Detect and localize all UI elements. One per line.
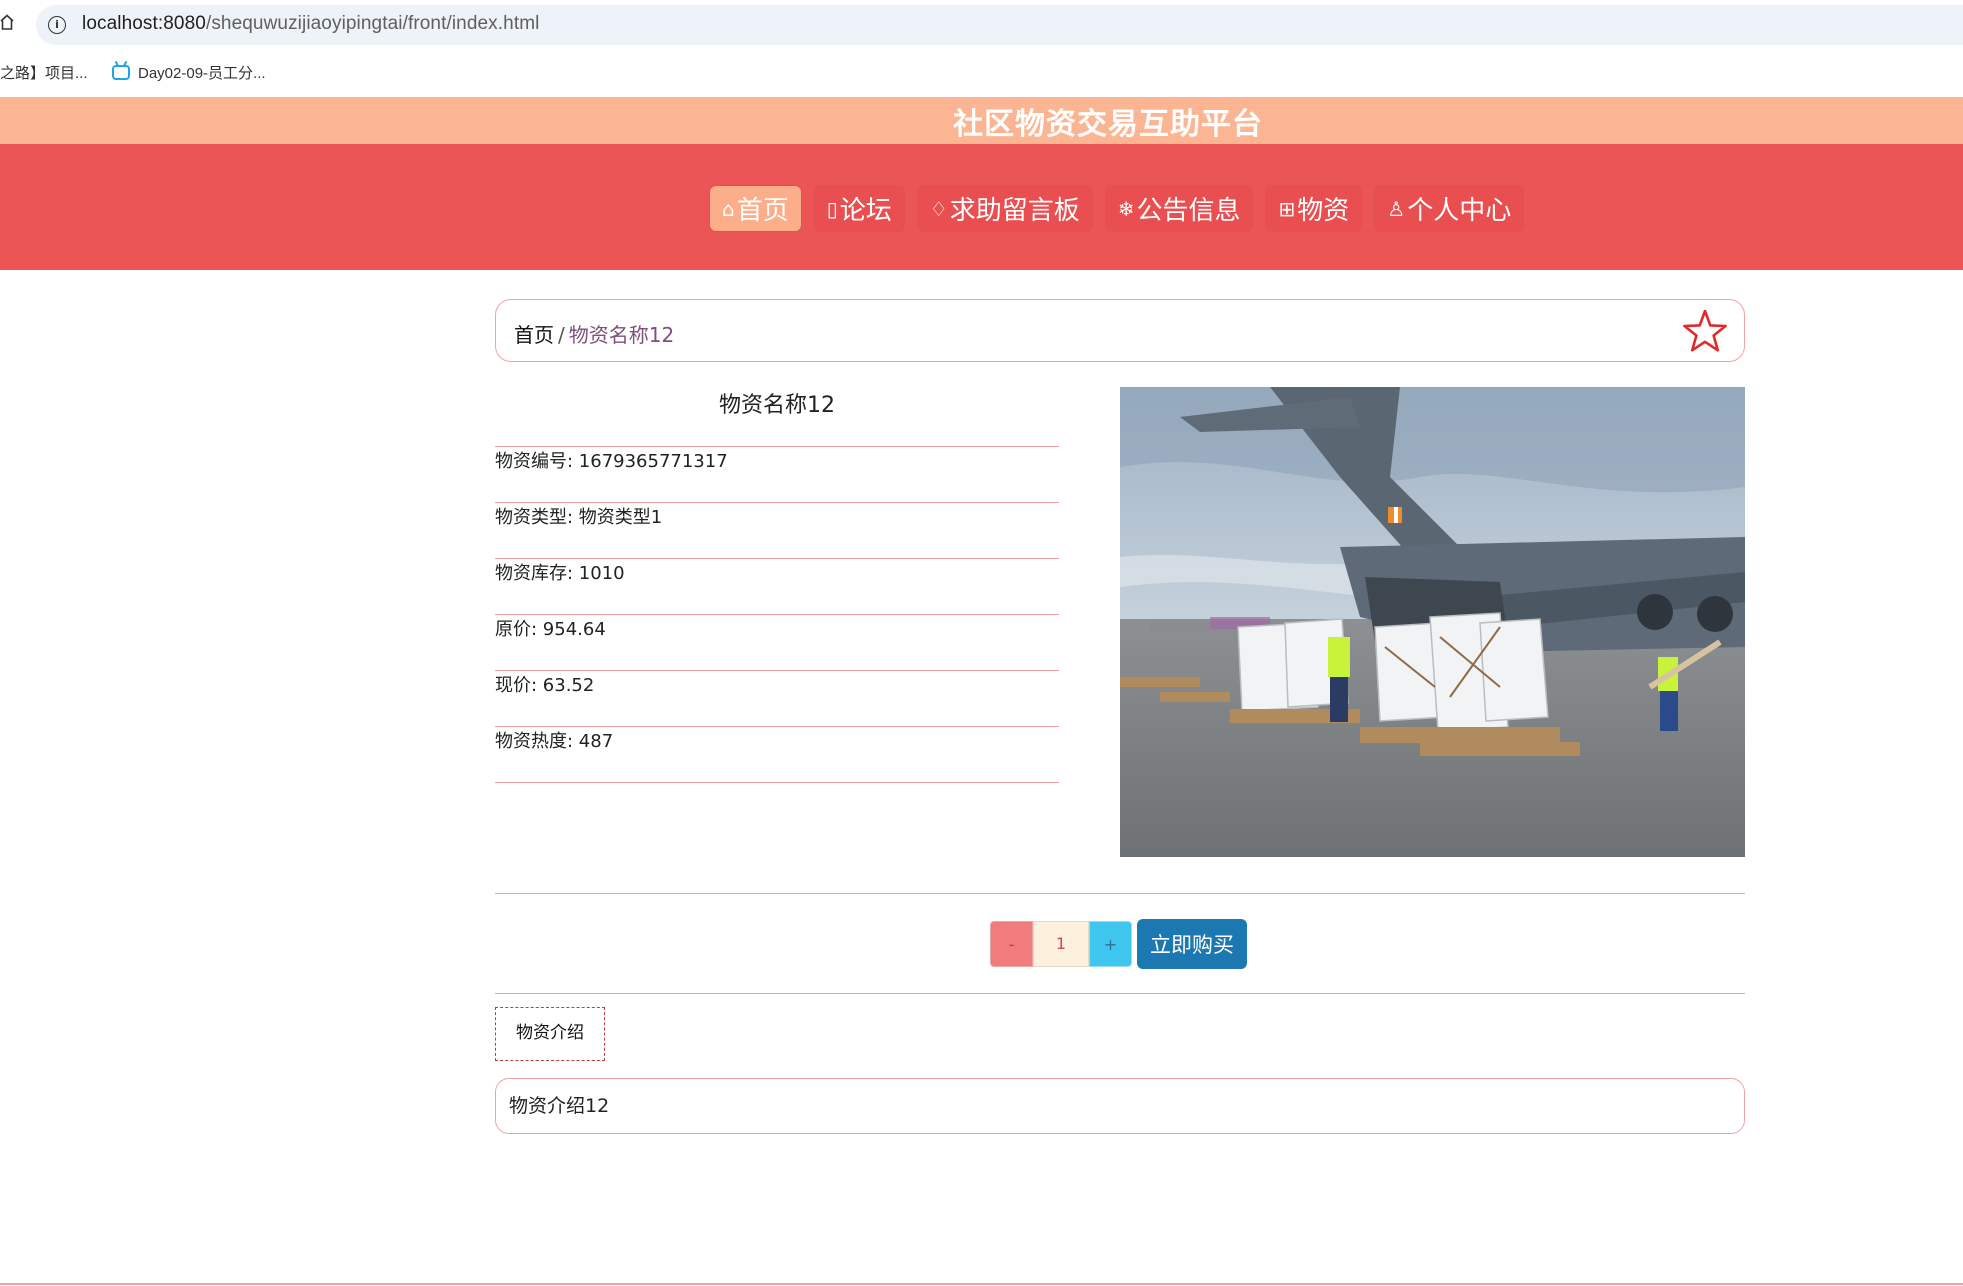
nav-item-home[interactable]: ⌂ 首页 bbox=[710, 186, 801, 231]
url-path: /shequwuzijiaoyipingtai/front/index.html bbox=[205, 13, 540, 34]
item-popularity: 物资热度: 487 bbox=[495, 727, 1059, 783]
nav-label: 公告信息 bbox=[1136, 196, 1241, 226]
nav-item-materials[interactable]: ⊞ 物资 bbox=[1266, 186, 1362, 231]
detail-content: 首页 / 物资名称12 物资名称12 物资编号: 1679365771317 物资类… bbox=[495, 299, 1745, 1134]
cargo-plane-image bbox=[1120, 387, 1745, 857]
tag-icon: ♢ bbox=[929, 196, 948, 221]
bookmark-item[interactable]: 之路】项目... bbox=[0, 62, 88, 83]
user-icon: ♙ bbox=[1387, 196, 1406, 221]
divider bbox=[495, 993, 1745, 994]
breadcrumb-separator: / bbox=[558, 323, 565, 347]
bookmarks-bar: 之路】项目... Day02-09-员工分... bbox=[0, 50, 1963, 96]
grid-icon: ⊞ bbox=[1278, 196, 1296, 221]
bilibili-icon bbox=[112, 65, 130, 80]
main-nav: ⌂ 首页 ▯ 论坛 ♢ 求助留言板 ❄ 公告信息 ⊞ 物资 ♙ 个人中心 bbox=[0, 144, 1963, 270]
site-title: 社区物资交易互助平台 bbox=[953, 107, 1263, 142]
home-icon: ⌂ bbox=[722, 196, 735, 221]
item-photo bbox=[1120, 387, 1745, 857]
browser-address-bar: i localhost:8080/shequwuzijiaoyipingtai/… bbox=[0, 0, 1963, 48]
footer-divider bbox=[0, 1283, 1963, 1285]
purchase-controls: - 1 + 立即购买 bbox=[990, 919, 1247, 969]
item-code: 物资编号: 1679365771317 bbox=[495, 447, 1059, 503]
url-host: localhost:8080 bbox=[82, 13, 206, 34]
nav-label: 物资 bbox=[1297, 196, 1350, 226]
divider bbox=[495, 893, 1745, 894]
quantity-increase-button[interactable]: + bbox=[1089, 921, 1132, 967]
favorite-star-icon[interactable] bbox=[1682, 308, 1728, 354]
tab-item-intro[interactable]: 物资介绍 bbox=[495, 1007, 605, 1061]
item-current-price: 现价: 63.52 bbox=[495, 671, 1059, 727]
quantity-decrease-button[interactable]: - bbox=[990, 921, 1033, 967]
item-original-price: 原价: 954.64 bbox=[495, 615, 1059, 671]
home-icon[interactable] bbox=[0, 14, 14, 30]
nav-item-profile[interactable]: ♙ 个人中心 bbox=[1375, 186, 1524, 231]
site-info-icon[interactable]: i bbox=[48, 16, 66, 34]
item-detail: 物资名称12 物资编号: 1679365771317 物资类型: 物资类型1 物… bbox=[495, 387, 1745, 857]
nav-label: 论坛 bbox=[839, 196, 892, 226]
breadcrumb: 首页 / 物资名称12 bbox=[495, 299, 1745, 362]
breadcrumb-home[interactable]: 首页 bbox=[514, 323, 554, 347]
bookmark-label: 之路】项目... bbox=[0, 65, 88, 82]
bookmark-item[interactable]: Day02-09-员工分... bbox=[112, 62, 266, 83]
nav-item-forum[interactable]: ▯ 论坛 bbox=[814, 186, 904, 231]
nav-item-help-board[interactable]: ♢ 求助留言板 bbox=[917, 186, 1092, 231]
nav-label: 个人中心 bbox=[1407, 196, 1512, 226]
document-icon: ▯ bbox=[826, 196, 838, 221]
item-name: 物资名称12 bbox=[495, 387, 1059, 447]
bookmark-label: Day02-09-员工分... bbox=[138, 65, 266, 82]
item-intro-content: 物资介绍12 bbox=[495, 1078, 1745, 1134]
nav-label: 求助留言板 bbox=[949, 196, 1080, 226]
url-text[interactable]: localhost:8080/shequwuzijiaoyipingtai/fr… bbox=[82, 13, 539, 35]
item-type: 物资类型: 物资类型1 bbox=[495, 503, 1059, 559]
site-title-bar: 社区物资交易互助平台 bbox=[0, 97, 1963, 144]
snowflake-icon: ❄ bbox=[1117, 196, 1135, 221]
breadcrumb-current: 物资名称12 bbox=[568, 323, 675, 347]
item-info: 物资名称12 物资编号: 1679365771317 物资类型: 物资类型1 物… bbox=[495, 387, 1059, 783]
nav-label: 首页 bbox=[736, 196, 789, 226]
item-stock: 物资库存: 1010 bbox=[495, 559, 1059, 615]
quantity-input[interactable]: 1 bbox=[1033, 921, 1089, 967]
nav-item-announcements[interactable]: ❄ 公告信息 bbox=[1105, 186, 1253, 231]
buy-now-button[interactable]: 立即购买 bbox=[1137, 919, 1247, 969]
